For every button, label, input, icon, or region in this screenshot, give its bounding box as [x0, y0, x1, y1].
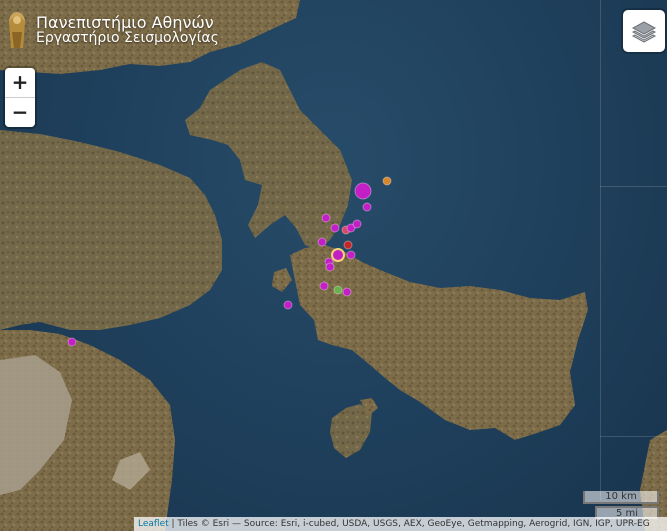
quake-marker[interactable]	[343, 240, 353, 250]
university-seal-icon	[9, 12, 25, 48]
quake-marker[interactable]	[330, 223, 340, 233]
logo-line-1: Πανεπιστήμιο Αθηνών	[36, 12, 214, 32]
quake-marker[interactable]	[325, 262, 335, 272]
quake-marker[interactable]	[382, 176, 392, 186]
zoom-out-button[interactable]: −	[5, 97, 35, 127]
layers-icon	[631, 21, 657, 43]
attribution-text: Tiles © Esri — Source: Esri, i-cubed, US…	[177, 519, 650, 529]
earthquake-markers	[67, 176, 392, 347]
leaflet-link[interactable]: Leaflet	[138, 519, 169, 529]
layers-button[interactable]	[623, 10, 665, 52]
quake-marker[interactable]	[331, 248, 345, 262]
logo-line-2: Εργαστήριο Σεισμολογίας	[36, 30, 219, 47]
quake-marker[interactable]	[362, 202, 372, 212]
zoom-control: + −	[5, 68, 35, 127]
quake-marker[interactable]	[354, 182, 372, 200]
quake-marker[interactable]	[67, 337, 77, 347]
zoom-in-button[interactable]: +	[5, 68, 35, 97]
quake-marker[interactable]	[333, 285, 343, 295]
quake-marker[interactable]	[317, 237, 327, 247]
quake-marker[interactable]	[319, 281, 329, 291]
quake-marker[interactable]	[342, 287, 352, 297]
quake-marker[interactable]	[321, 213, 331, 223]
university-logo: Πανεπιστήμιο Αθηνών Εργαστήριο Σεισμολογ…	[4, 8, 219, 52]
map-view[interactable]: Πανεπιστήμιο Αθηνών Εργαστήριο Σεισμολογ…	[0, 0, 667, 531]
quake-marker[interactable]	[283, 300, 293, 310]
map-attribution: Leaflet | Tiles © Esri — Source: Esri, i…	[134, 517, 667, 531]
quake-marker[interactable]	[346, 250, 356, 260]
scale-km: 10 km	[583, 491, 659, 504]
scale-bar: 10 km 5 mi	[583, 491, 659, 519]
quake-marker[interactable]	[352, 219, 362, 229]
